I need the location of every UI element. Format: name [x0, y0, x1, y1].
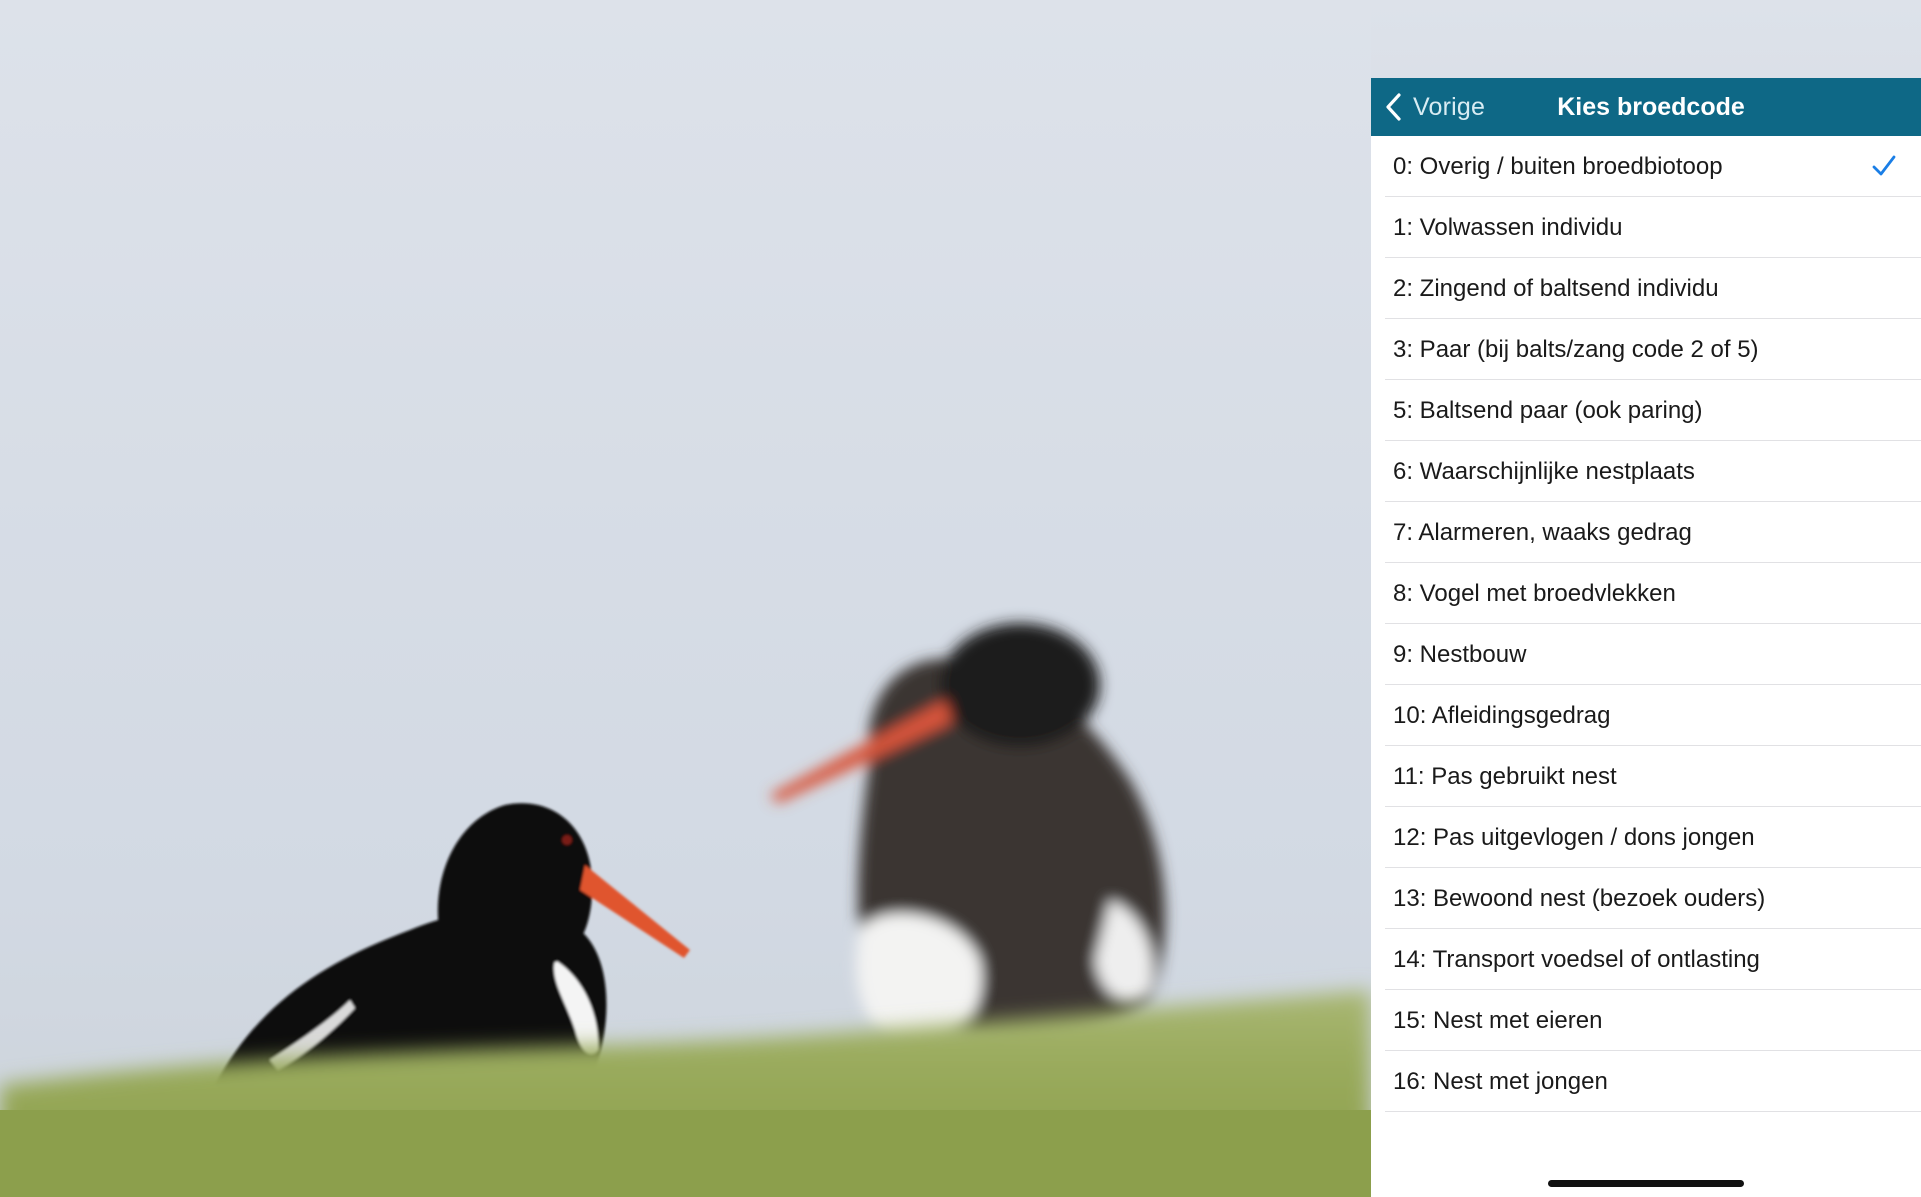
screen: Vorige Kies broedcode 0: Overig / buiten…: [0, 0, 1921, 1197]
list-item-label: 1: Volwassen individu: [1393, 214, 1623, 241]
list-item-label: 7: Alarmeren, waaks gedrag: [1393, 519, 1692, 546]
list-item-label: 14: Transport voedsel of ontlasting: [1393, 946, 1760, 973]
list-item[interactable]: 2: Zingend of baltsend individu: [1371, 258, 1921, 319]
list-item-label: 3: Paar (bij balts/zang code 2 of 5): [1393, 336, 1759, 363]
list-item[interactable]: 5: Baltsend paar (ook paring): [1371, 380, 1921, 441]
list-item[interactable]: 12: Pas uitgevlogen / dons jongen: [1371, 807, 1921, 868]
navigation-bar: Vorige Kies broedcode: [1371, 78, 1921, 136]
list-item-label: 13: Bewoond nest (bezoek ouders): [1393, 885, 1766, 912]
list-item[interactable]: 8: Vogel met broedvlekken: [1371, 563, 1921, 624]
list-item[interactable]: 3: Paar (bij balts/zang code 2 of 5): [1371, 319, 1921, 380]
list-item-label: 15: Nest met eieren: [1393, 1007, 1603, 1034]
list-item-label: 9: Nestbouw: [1393, 641, 1527, 668]
list-item[interactable]: 9: Nestbouw: [1371, 624, 1921, 685]
list-item[interactable]: 6: Waarschijnlijke nestplaats: [1371, 441, 1921, 502]
list-item-label: 8: Vogel met broedvlekken: [1393, 580, 1676, 607]
checkmark-icon: [1872, 155, 1896, 176]
list-item[interactable]: 10: Afleidingsgedrag: [1371, 685, 1921, 746]
list-item-label: 12: Pas uitgevlogen / dons jongen: [1393, 824, 1755, 851]
list-item-label: 2: Zingend of baltsend individu: [1393, 275, 1719, 302]
list-item[interactable]: 14: Transport voedsel of ontlasting: [1371, 929, 1921, 990]
photo-sky-strip: [1371, 0, 1921, 78]
list-item[interactable]: 7: Alarmeren, waaks gedrag: [1371, 502, 1921, 563]
list-item[interactable]: 16: Nest met jongen: [1371, 1051, 1921, 1112]
far-bird: [770, 623, 1166, 1042]
grass: [0, 990, 1371, 1197]
list-item[interactable]: 15: Nest met eieren: [1371, 990, 1921, 1051]
list-item[interactable]: 11: Pas gebruikt nest: [1371, 746, 1921, 807]
broedcode-list: 0: Overig / buiten broedbiotoop 1: Volwas…: [1371, 136, 1921, 1112]
list-item-label: 11: Pas gebruikt nest: [1393, 763, 1617, 790]
list-item-label: 0: Overig / buiten broedbiotoop: [1393, 153, 1723, 180]
home-indicator: [1548, 1180, 1744, 1187]
list-item-label: 5: Baltsend paar (ook paring): [1393, 397, 1703, 424]
page-title: Kies broedcode: [1557, 93, 1745, 121]
list-item-label: 10: Afleidingsgedrag: [1393, 702, 1611, 729]
list-item[interactable]: 1: Volwassen individu: [1371, 197, 1921, 258]
oystercatcher-photo: [0, 0, 1371, 1197]
list-item[interactable]: 13: Bewoond nest (bezoek ouders): [1371, 868, 1921, 929]
list-item-label: 6: Waarschijnlijke nestplaats: [1393, 458, 1695, 485]
list-item[interactable]: 0: Overig / buiten broedbiotoop: [1371, 136, 1921, 197]
broedcode-picker: Vorige Kies broedcode 0: Overig / buiten…: [1371, 78, 1921, 1197]
list-item-label: 16: Nest met jongen: [1393, 1068, 1608, 1095]
